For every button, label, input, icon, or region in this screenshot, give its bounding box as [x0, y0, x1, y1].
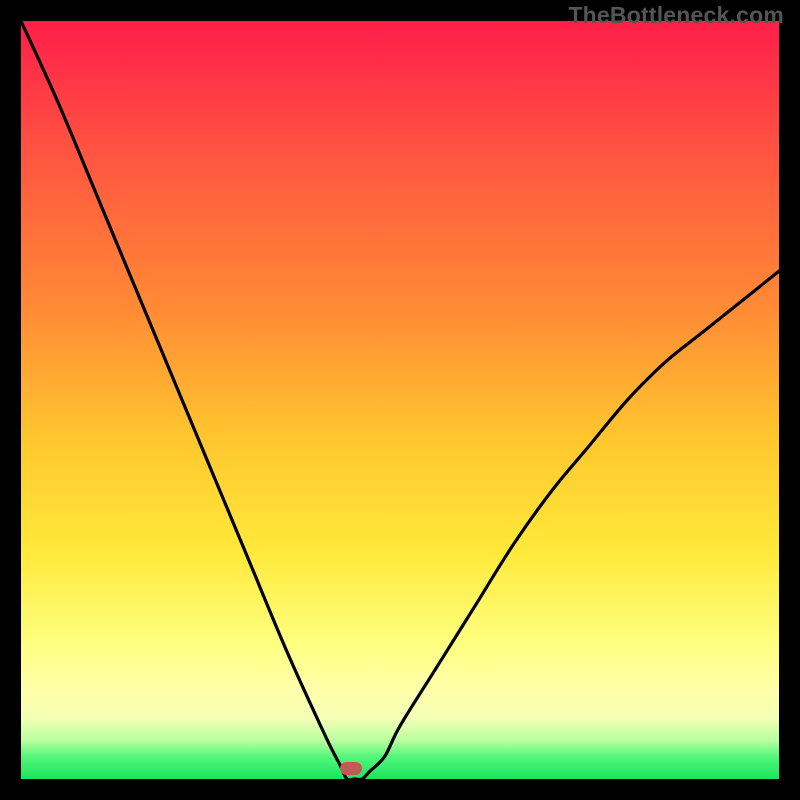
plot-area: [21, 21, 779, 779]
optimal-marker: [340, 762, 362, 775]
chart-frame: TheBottleneck.com: [0, 0, 800, 800]
bottleneck-curve: [21, 21, 779, 779]
watermark-text: TheBottleneck.com: [568, 2, 784, 29]
